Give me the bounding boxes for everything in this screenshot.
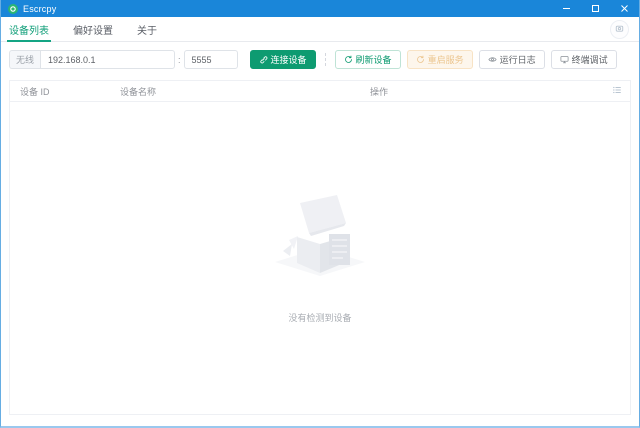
connection-toolbar: 无线 : 连接设备 刷新设备 — [1, 42, 639, 75]
port-input[interactable] — [183, 50, 238, 69]
list-icon — [612, 85, 622, 97]
minimize-icon — [562, 0, 571, 18]
maximize-icon — [591, 0, 600, 18]
column-device-name: 设备名称 — [120, 86, 157, 97]
eye-icon — [488, 55, 497, 64]
empty-state-text: 没有检测到设备 — [288, 313, 352, 323]
refresh-devices-label: 刷新设备 — [355, 55, 392, 65]
camera-icon — [615, 20, 624, 38]
monitor-icon — [560, 55, 569, 64]
link-icon — [259, 55, 268, 64]
empty-box-illustration — [267, 192, 373, 289]
app-window: Escrcpy 设备列表 偏好设置 关于 无线 192.168.0.1: 55… — [0, 0, 640, 428]
tab-about-label: 关于 — [137, 25, 157, 37]
wireless-address-group: 无线 — [9, 50, 176, 69]
minimize-button[interactable] — [552, 0, 581, 17]
restart-icon — [416, 55, 425, 64]
connect-device-label: 连接设备 — [270, 55, 307, 65]
toolbar-divider — [324, 53, 326, 66]
window-title: Escrcpy — [23, 3, 57, 14]
escrcpy-logo-icon — [8, 3, 18, 14]
camera-button[interactable] — [610, 19, 629, 39]
close-icon — [620, 0, 629, 18]
column-settings-button[interactable] — [604, 85, 630, 97]
close-button[interactable] — [610, 0, 639, 17]
restart-service-label: 重启服务 — [427, 55, 464, 65]
maximize-button[interactable] — [581, 0, 610, 17]
wireless-mode-label[interactable]: 无线 — [9, 50, 41, 69]
restart-service-button[interactable]: 重启服务 — [406, 50, 473, 69]
run-log-label: 运行日志 — [499, 55, 536, 65]
tab-device-list[interactable]: 设备列表 — [7, 17, 51, 42]
terminal-debug-button[interactable]: 终端调试 — [550, 50, 617, 69]
window-controls — [552, 0, 639, 17]
host-port-separator: : — [178, 54, 181, 65]
tab-device-list-label: 设备列表 — [9, 25, 49, 37]
column-actions: 操作 — [370, 86, 389, 97]
tab-bar: 设备列表 偏好设置 关于 — [1, 17, 639, 42]
refresh-devices-button[interactable]: 刷新设备 — [334, 50, 401, 69]
tab-preferences-label: 偏好设置 — [73, 25, 113, 37]
run-log-button[interactable]: 运行日志 — [478, 50, 545, 69]
refresh-icon — [344, 55, 353, 64]
tab-about[interactable]: 关于 — [137, 17, 157, 41]
device-table-empty-state: 没有检测到设备 — [10, 102, 630, 414]
tab-preferences[interactable]: 偏好设置 — [73, 17, 113, 41]
device-table: 设备 ID 设备名称 操作 没有检测到设备 — [9, 80, 631, 415]
terminal-debug-label: 终端调试 — [571, 55, 608, 65]
ip-address-input[interactable] — [40, 50, 176, 69]
connect-device-button[interactable]: 连接设备 — [249, 50, 316, 69]
column-device-id: 设备 ID — [20, 86, 50, 97]
titlebar: Escrcpy — [1, 0, 639, 17]
device-table-header: 设备 ID 设备名称 操作 — [10, 81, 630, 102]
